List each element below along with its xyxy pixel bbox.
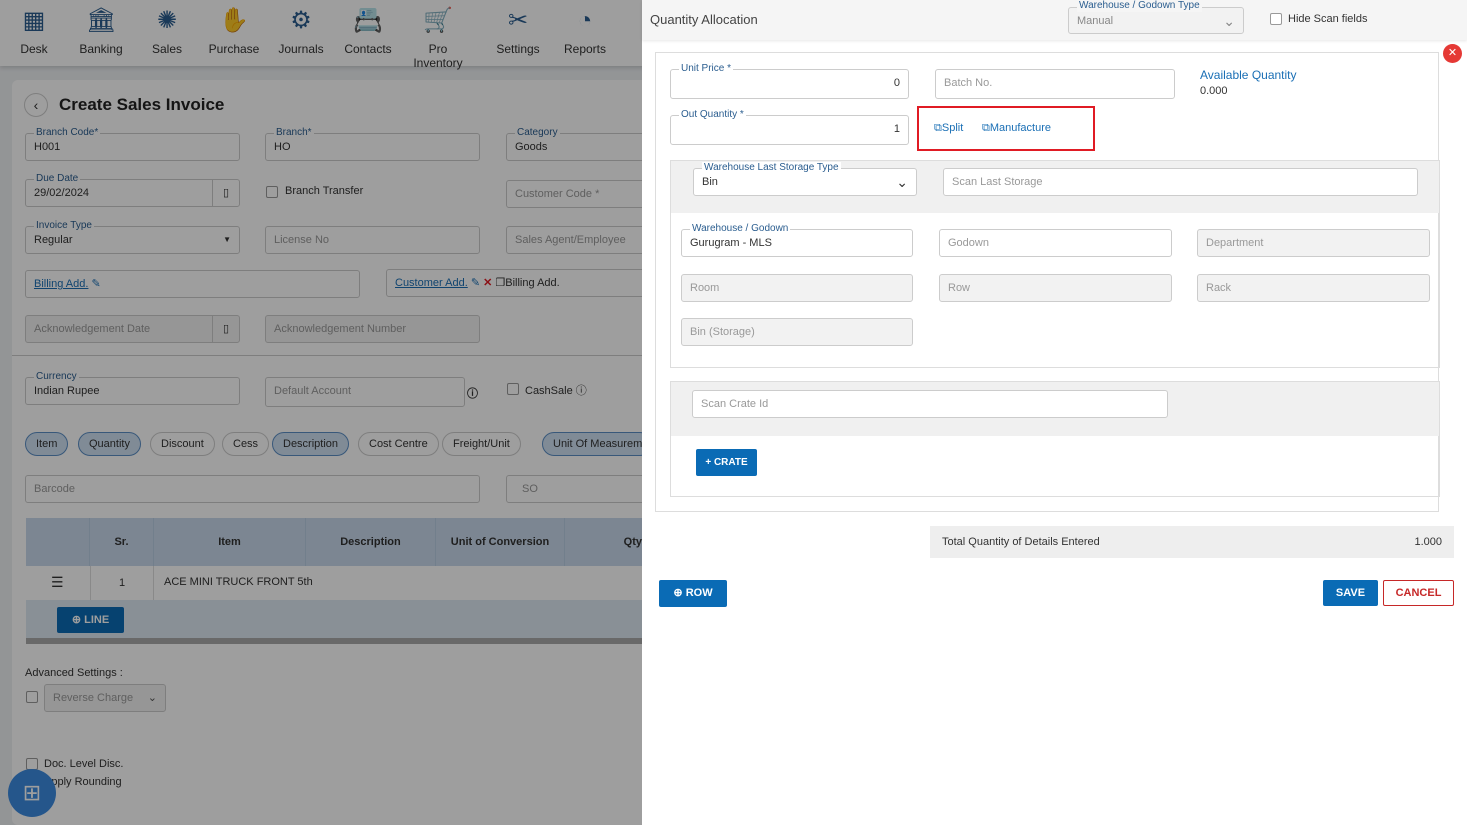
external-link-icon: ⧉ xyxy=(934,122,942,134)
row-field[interactable]: Row xyxy=(939,274,1172,302)
chevron-down-icon: ⌄ xyxy=(896,174,908,190)
godown-field[interactable]: Godown xyxy=(939,229,1172,257)
rack-field[interactable]: Rack xyxy=(1197,274,1430,302)
room-field[interactable]: Room xyxy=(681,274,913,302)
save-button[interactable]: SAVE xyxy=(1323,580,1378,606)
label: Warehouse Last Storage Type xyxy=(702,162,841,174)
external-link-icon: ⧉ xyxy=(982,122,990,134)
label: Out Quantity * xyxy=(679,109,746,121)
value: 0 xyxy=(893,77,900,89)
last-storage-type-select[interactable]: Warehouse Last Storage Type Bin ⌄ xyxy=(693,162,917,196)
bin-field[interactable]: Bin (Storage) xyxy=(681,318,913,346)
chevron-down-icon: ⌄ xyxy=(1223,13,1235,29)
scan-crate-field[interactable]: Scan Crate Id xyxy=(692,390,1168,418)
add-crate-button[interactable]: + CRATE xyxy=(696,449,757,476)
department-field[interactable]: Department xyxy=(1197,229,1430,257)
label: Warehouse / Godown Type xyxy=(1077,0,1202,12)
total-label: Total Quantity of Details Entered xyxy=(942,536,1100,548)
cancel-button[interactable]: CANCEL xyxy=(1383,580,1454,606)
available-qty-label: Available Quantity xyxy=(1200,68,1297,82)
scan-last-storage-field[interactable]: Scan Last Storage xyxy=(943,168,1418,196)
value: 1 xyxy=(893,123,900,135)
value: Manual xyxy=(1077,15,1114,27)
hide-scan-label: Hide Scan fields xyxy=(1288,13,1368,25)
quantity-allocation-panel: Quantity Allocation Warehouse / Godown T… xyxy=(642,0,1467,825)
panel-title: Quantity Allocation xyxy=(650,12,758,27)
manufacture-link[interactable]: ⧉Manufacture xyxy=(982,122,1051,135)
value: Bin xyxy=(702,176,718,188)
total-value: 1.000 xyxy=(1414,536,1442,548)
unit-price-field[interactable]: Unit Price * 0 xyxy=(670,63,909,99)
total-quantity-bar: Total Quantity of Details Entered 1.000 xyxy=(930,526,1454,558)
modal-backdrop[interactable] xyxy=(0,0,642,825)
label: Manufacture xyxy=(989,122,1052,134)
allocation-card: Unit Price * 0 Batch No. Available Quanti… xyxy=(655,52,1440,512)
hide-scan-checkbox[interactable] xyxy=(1270,13,1282,25)
batch-no-field[interactable]: Batch No. xyxy=(935,69,1175,99)
label: ROW xyxy=(685,587,713,599)
crate-section: Scan Crate Id + CRATE xyxy=(670,381,1440,497)
label: Split xyxy=(941,122,964,134)
split-link[interactable]: ⧉Split xyxy=(934,122,963,135)
close-icon[interactable]: ✕ xyxy=(1443,44,1462,63)
value: Gurugram - MLS xyxy=(690,237,772,249)
label: Warehouse / Godown xyxy=(690,223,791,235)
warehouse-field[interactable]: Warehouse / Godown Gurugram - MLS xyxy=(681,223,913,257)
storage-section: Warehouse Last Storage Type Bin ⌄ Scan Las… xyxy=(670,160,1440,368)
panel-header: Quantity Allocation Warehouse / Godown T… xyxy=(642,0,1467,40)
warehouse-type-select[interactable]: Warehouse / Godown Type Manual ⌄ xyxy=(1068,0,1244,34)
out-qty-field[interactable]: Out Quantity * 1 xyxy=(670,109,909,145)
add-row-button[interactable]: ⊕ ROW xyxy=(659,580,727,607)
available-qty-value: 0.000 xyxy=(1200,85,1228,97)
label: Unit Price * xyxy=(679,63,734,75)
